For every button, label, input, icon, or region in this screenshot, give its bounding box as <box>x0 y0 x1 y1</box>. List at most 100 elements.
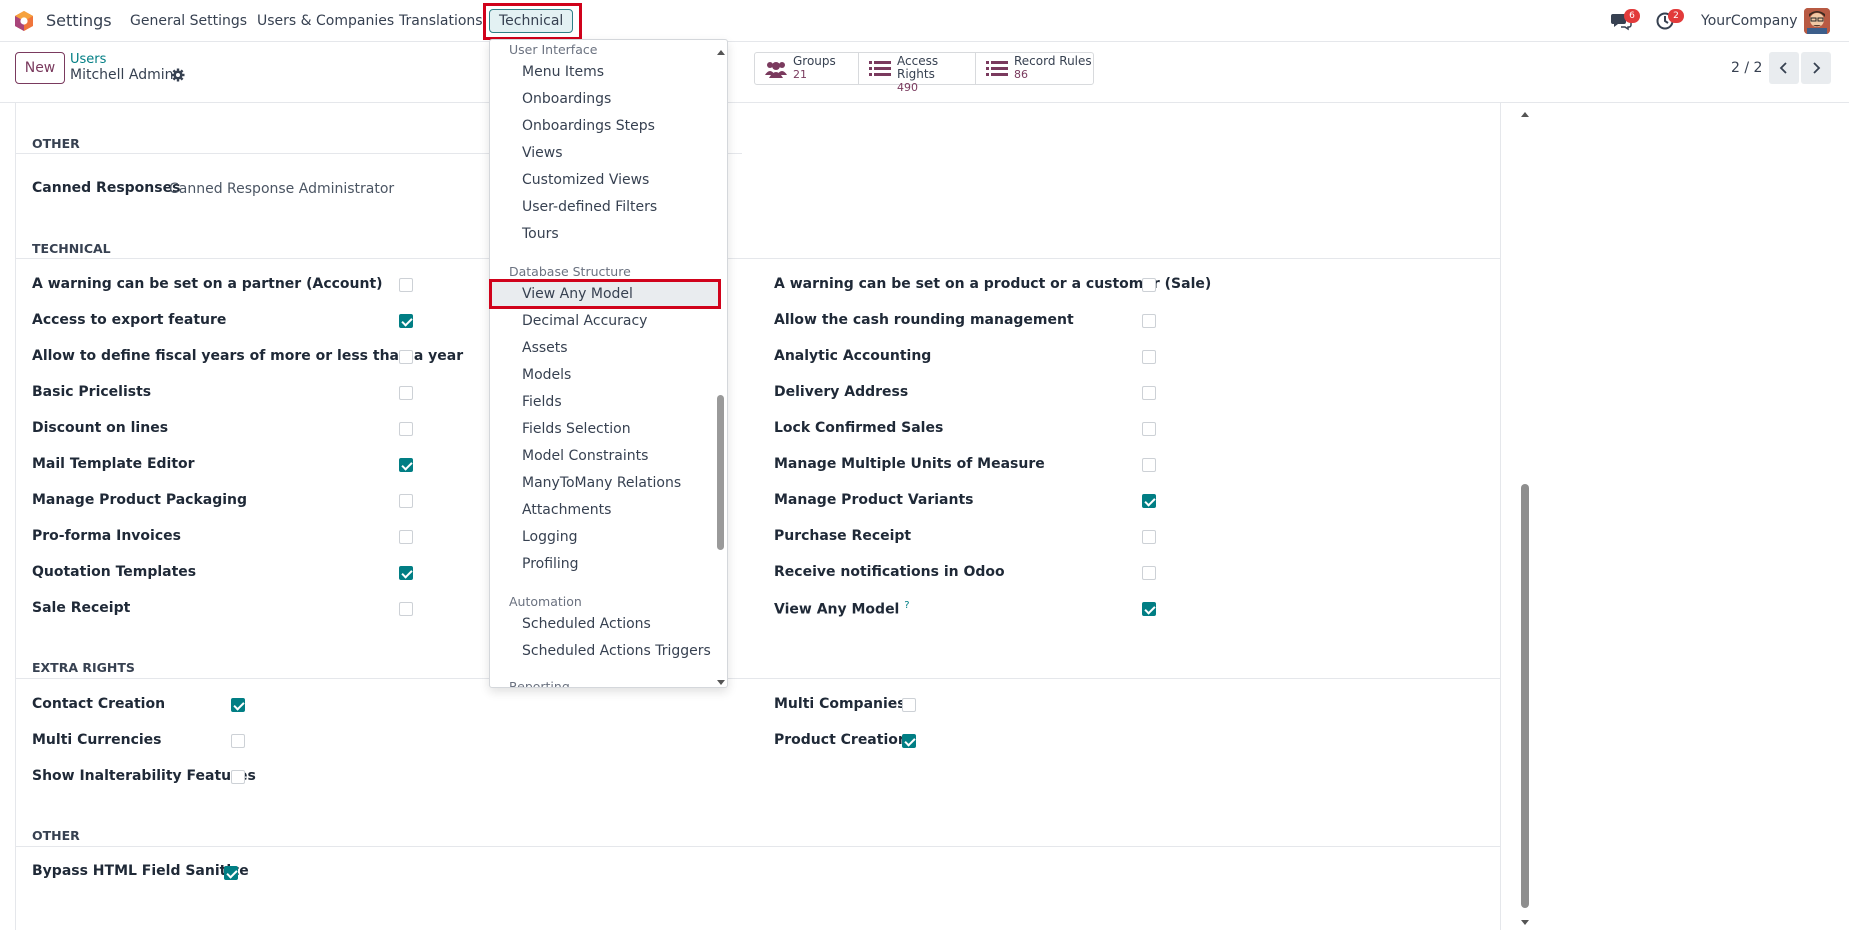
dropdown-item[interactable]: Views <box>522 145 563 161</box>
company-switcher[interactable]: YourCompany <box>1701 13 1798 29</box>
odoo-app-icon[interactable] <box>14 10 34 36</box>
section-divider <box>15 258 1501 259</box>
page-scrollbar-thumb[interactable] <box>1521 484 1529 908</box>
dropdown-item[interactable]: Profiling <box>522 556 579 572</box>
menu-technical[interactable]: Technical <box>489 9 574 33</box>
technical-left-checkbox[interactable] <box>399 602 413 616</box>
dropdown-item[interactable]: Scheduled Actions <box>522 616 651 632</box>
dropdown-item[interactable]: Onboardings <box>522 91 611 107</box>
dropdown-item[interactable]: Models <box>522 367 571 383</box>
dropdown-scroll-up-icon[interactable] <box>717 44 725 60</box>
section-title-other: OTHER <box>32 828 80 843</box>
gear-icon[interactable] <box>171 68 185 86</box>
dropdown-section-header: User Interface <box>509 42 598 57</box>
list-icon <box>869 60 891 82</box>
dropdown-item-highlighted[interactable]: View Any Model <box>492 282 721 308</box>
technical-left-label: Pro-forma Invoices <box>32 528 181 544</box>
technical-right-checkbox[interactable] <box>1142 278 1156 292</box>
technical-left-label: A warning can be set on a partner (Accou… <box>32 276 383 292</box>
technical-left-checkbox[interactable] <box>399 350 413 364</box>
smart-buttons: Groups 21 Access Rights 490 Record Rules… <box>754 52 1094 94</box>
technical-left-checkbox[interactable] <box>399 278 413 292</box>
dropdown-item[interactable]: Scheduled Actions Triggers <box>522 643 711 659</box>
technical-right-label: Analytic Accounting <box>774 348 932 364</box>
chevron-right-icon <box>1813 62 1821 74</box>
extra-rights-checkbox[interactable] <box>231 734 245 748</box>
record-rules-smart-button[interactable]: Record Rules 86 <box>976 53 1093 84</box>
scroll-up-arrow-icon[interactable] <box>1520 106 1530 122</box>
groups-smart-button[interactable]: Groups 21 <box>755 53 859 84</box>
section-title-extra-rights: EXTRA RIGHTS <box>32 660 135 675</box>
help-tooltip-icon[interactable]: ? <box>904 600 909 611</box>
technical-right-checkbox[interactable] <box>1142 314 1156 328</box>
section-divider <box>15 846 1501 847</box>
record-rules-label: Record Rules <box>1014 54 1092 68</box>
dropdown-item[interactable]: Fields <box>522 394 562 410</box>
technical-left-checkbox[interactable] <box>399 386 413 400</box>
technical-right-checkbox[interactable] <box>1142 494 1156 508</box>
technical-left-checkbox[interactable] <box>399 458 413 472</box>
access-rights-smart-button[interactable]: Access Rights 490 <box>859 53 976 94</box>
extra-rights-checkbox[interactable] <box>902 734 916 748</box>
dropdown-item[interactable]: User-defined Filters <box>522 199 657 215</box>
extra-rights-label: Multi Currencies <box>32 732 162 748</box>
dropdown-item[interactable]: Menu Items <box>522 64 604 80</box>
dropdown-item[interactable]: Model Constraints <box>522 448 648 464</box>
technical-right-checkbox[interactable] <box>1142 566 1156 580</box>
users-group-icon <box>765 60 787 82</box>
scroll-down-arrow-icon[interactable] <box>1520 915 1530 931</box>
dropdown-item[interactable]: Logging <box>522 529 578 545</box>
new-button[interactable]: New <box>15 52 65 84</box>
pager-next-button[interactable] <box>1801 52 1831 84</box>
dropdown-item[interactable]: Onboardings Steps <box>522 118 655 134</box>
technical-left-checkbox[interactable] <box>399 314 413 328</box>
breadcrumb-current-record: Mitchell Admin <box>70 67 174 83</box>
access-rights-count: 490 <box>897 81 918 94</box>
technical-right-label: Purchase Receipt <box>774 528 912 544</box>
technical-right-checkbox[interactable] <box>1142 530 1156 544</box>
list-icon <box>986 60 1008 82</box>
user-avatar[interactable] <box>1804 8 1830 34</box>
technical-left-label: Sale Receipt <box>32 600 131 616</box>
dropdown-item[interactable]: Attachments <box>522 502 611 518</box>
breadcrumb-users[interactable]: Users <box>70 52 106 67</box>
pager-value[interactable]: 2 / 2 <box>1731 60 1762 76</box>
dropdown-item[interactable]: Assets <box>522 340 568 356</box>
app-title[interactable]: Settings <box>46 11 112 30</box>
menu-users-companies[interactable]: Users & Companies <box>257 13 394 29</box>
technical-left-checkbox[interactable] <box>399 530 413 544</box>
menu-translations[interactable]: Translations <box>399 13 483 29</box>
chevron-left-icon <box>1779 62 1787 74</box>
dropdown-item[interactable]: Fields Selection <box>522 421 631 437</box>
extra-rights-label: Show Inalterability Features <box>32 768 256 784</box>
access-rights-label: Access Rights <box>897 54 939 81</box>
technical-right-checkbox[interactable] <box>1142 458 1156 472</box>
technical-right-label: Allow the cash rounding management <box>774 312 1074 328</box>
technical-right-label: Lock Confirmed Sales <box>774 420 944 436</box>
dropdown-scrollbar-thumb[interactable] <box>717 395 724 550</box>
dropdown-scroll-down-icon[interactable] <box>717 674 725 687</box>
other-rights-label: Bypass HTML Field Sanitize <box>32 863 249 879</box>
technical-left-label: Discount on lines <box>32 420 169 436</box>
technical-right-label: View Any Model ? <box>774 600 910 618</box>
technical-right-checkbox[interactable] <box>1142 422 1156 436</box>
menu-general-settings[interactable]: General Settings <box>130 13 247 29</box>
top-navbar: Settings General Settings Users & Compan… <box>0 0 1849 42</box>
technical-left-checkbox[interactable] <box>399 566 413 580</box>
other-rights-checkbox[interactable] <box>224 866 238 880</box>
dropdown-item[interactable]: Customized Views <box>522 172 649 188</box>
technical-left-label: Access to export feature <box>32 312 227 328</box>
extra-rights-checkbox[interactable] <box>902 698 916 712</box>
technical-left-checkbox[interactable] <box>399 422 413 436</box>
technical-right-checkbox[interactable] <box>1142 602 1156 616</box>
pager-previous-button[interactable] <box>1769 52 1799 84</box>
technical-right-checkbox[interactable] <box>1142 386 1156 400</box>
dropdown-item[interactable]: Decimal Accuracy <box>522 313 647 329</box>
technical-right-checkbox[interactable] <box>1142 350 1156 364</box>
dropdown-item[interactable]: Tours <box>522 226 559 242</box>
technical-left-checkbox[interactable] <box>399 494 413 508</box>
canned-responses-value[interactable]: Canned Response Administrator <box>169 181 394 197</box>
extra-rights-checkbox[interactable] <box>231 698 245 712</box>
dropdown-item[interactable]: ManyToMany Relations <box>522 475 681 491</box>
extra-rights-checkbox[interactable] <box>231 770 245 784</box>
